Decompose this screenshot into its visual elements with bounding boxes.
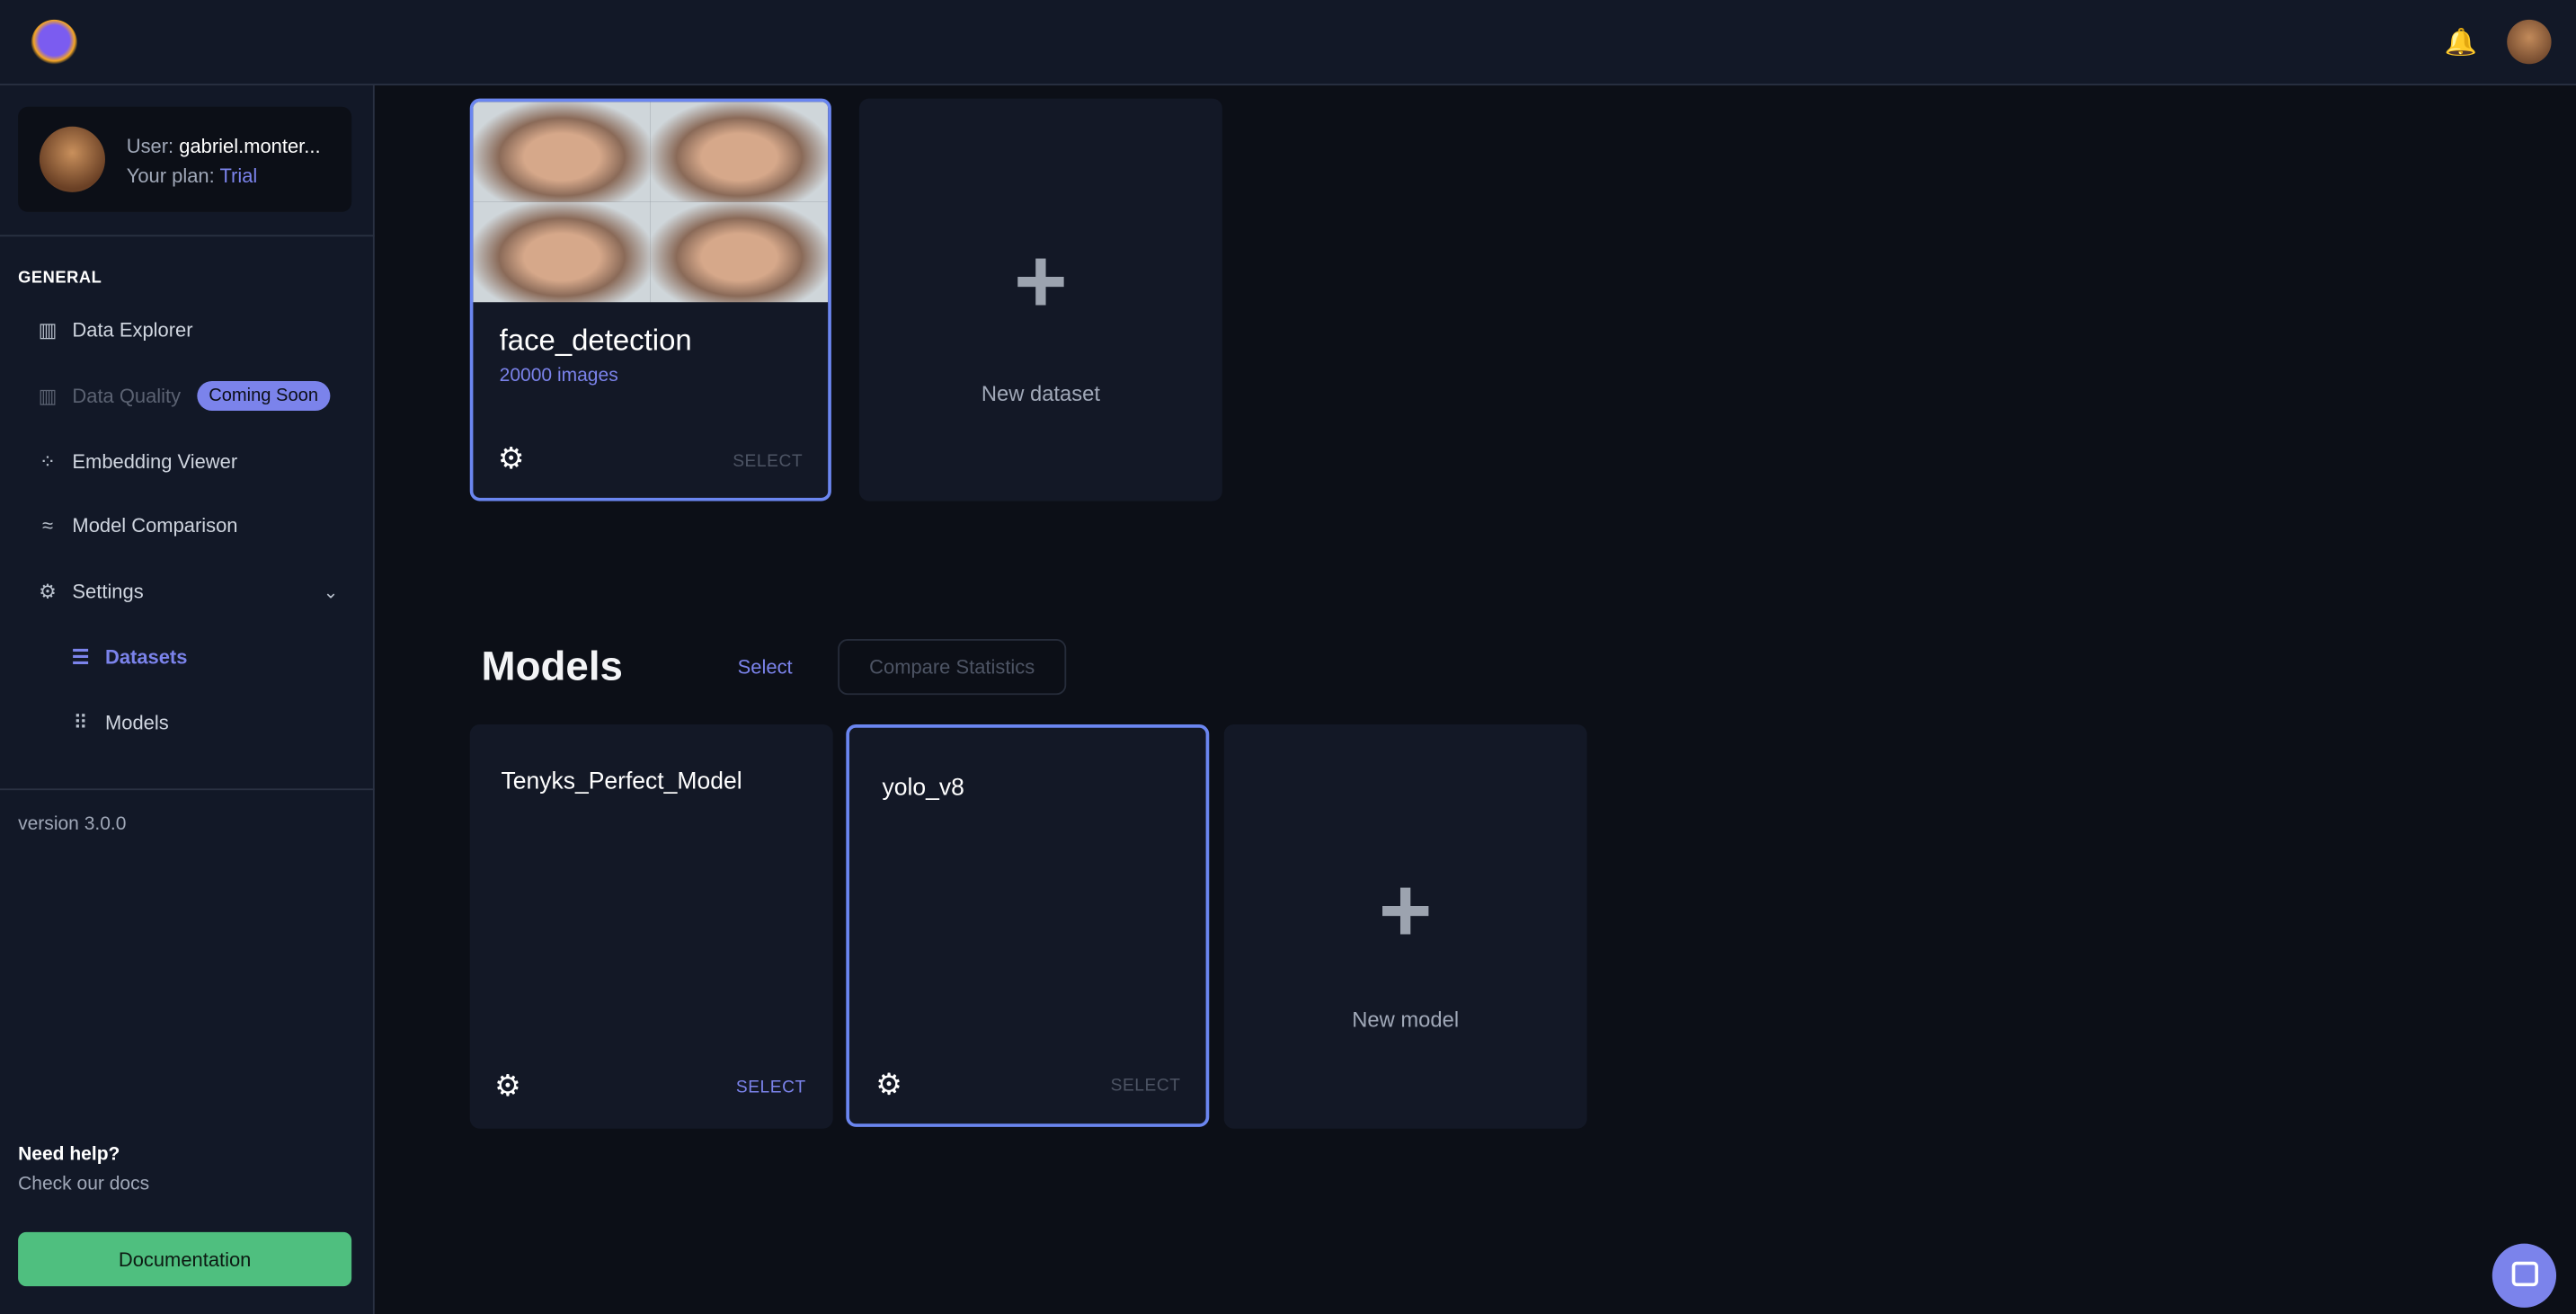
model-name: yolo_v8	[882, 775, 964, 802]
bar-chart-icon: ▥	[38, 318, 58, 342]
sidebar-item-data-explorer[interactable]: ▥ Data Explorer	[36, 314, 348, 347]
section-general: GENERAL	[18, 269, 102, 288]
help-title: Need help?	[18, 1144, 120, 1165]
logo[interactable]	[31, 19, 77, 67]
help-subtitle: Check our docs	[18, 1174, 150, 1194]
user-line: User: gabriel.monter...	[126, 134, 321, 158]
plus-icon: +	[1378, 857, 1433, 962]
wave-lines-icon: ≈	[41, 514, 54, 537]
dataset-name: face_detection	[499, 324, 692, 357]
model-card-selected[interactable]: yolo_v8 ⚙ SELECT	[846, 724, 1210, 1127]
bell-icon[interactable]: 🔔	[2445, 26, 2477, 58]
user-card: User: gabriel.monter... Your plan: Trial	[18, 106, 352, 212]
models-heading: Models	[481, 644, 623, 690]
sidebar-item-settings[interactable]: ⚙ Settings ⌄	[36, 575, 348, 608]
model-card[interactable]: Tenyks_Perfect_Model ⚙ SELECT	[469, 724, 833, 1129]
avatar[interactable]	[2507, 19, 2552, 65]
chat-icon	[2511, 1261, 2538, 1287]
divider	[0, 788, 375, 791]
new-dataset-card[interactable]: + New dataset	[858, 98, 1222, 502]
list-icon: ☰	[71, 645, 90, 669]
documentation-button[interactable]: Documentation	[18, 1231, 352, 1287]
bar-chart-icon: ▥	[38, 384, 58, 408]
chevron-down-icon[interactable]: ⌄	[324, 581, 339, 602]
version-label: version 3.0.0	[18, 814, 127, 835]
sidebar-item-data-quality: ▥ Data Quality Coming Soon	[36, 379, 348, 413]
gear-icon[interactable]: ⚙	[875, 1068, 902, 1102]
gear-icon: ⚙	[39, 580, 57, 603]
dataset-thumbnails	[473, 102, 829, 303]
dataset-select-button[interactable]: SELECT	[733, 452, 803, 472]
chat-launcher-button[interactable]	[2492, 1243, 2557, 1308]
scatter-dots-icon: ⁘	[39, 449, 57, 474]
new-dataset-label: New dataset	[981, 381, 1100, 406]
grid-icon: ⠿	[73, 711, 88, 735]
gear-icon[interactable]: ⚙	[494, 1070, 521, 1104]
sidebar-item-embedding-viewer[interactable]: ⁘ Embedding Viewer	[36, 445, 348, 478]
sidebar-item-models[interactable]: ⠿ Models	[69, 706, 381, 740]
new-model-label: New model	[1352, 1007, 1460, 1032]
model-select-button[interactable]: SELECT	[736, 1078, 806, 1097]
divider	[0, 235, 375, 237]
new-model-card[interactable]: + New model	[1223, 724, 1587, 1129]
compare-statistics-button[interactable]: Compare Statistics	[838, 639, 1067, 696]
sidebar-item-model-comparison[interactable]: ≈ Model Comparison	[36, 510, 348, 543]
gear-icon[interactable]: ⚙	[498, 442, 525, 476]
sidebar: User: gabriel.monter... Your plan: Trial…	[0, 85, 375, 1314]
thumbnail-image	[473, 201, 651, 303]
thumbnail-image	[650, 102, 829, 202]
thumbnail-image	[650, 201, 829, 303]
dataset-count: 20000 images	[499, 366, 618, 386]
sidebar-item-datasets[interactable]: ☰ Datasets	[69, 641, 381, 674]
model-name: Tenyks_Perfect_Model	[501, 768, 742, 795]
coming-soon-badge: Coming Soon	[197, 381, 330, 411]
plan-line: Your plan: Trial	[126, 164, 258, 188]
model-select-button[interactable]: SELECT	[1111, 1076, 1181, 1096]
models-select-link[interactable]: Select	[738, 655, 793, 679]
top-bar: 🔔	[0, 0, 2576, 86]
user-avatar	[39, 126, 105, 192]
dataset-card[interactable]: face_detection 20000 images ⚙ SELECT	[469, 98, 831, 502]
thumbnail-image	[473, 102, 651, 202]
plus-icon: +	[1014, 228, 1068, 333]
